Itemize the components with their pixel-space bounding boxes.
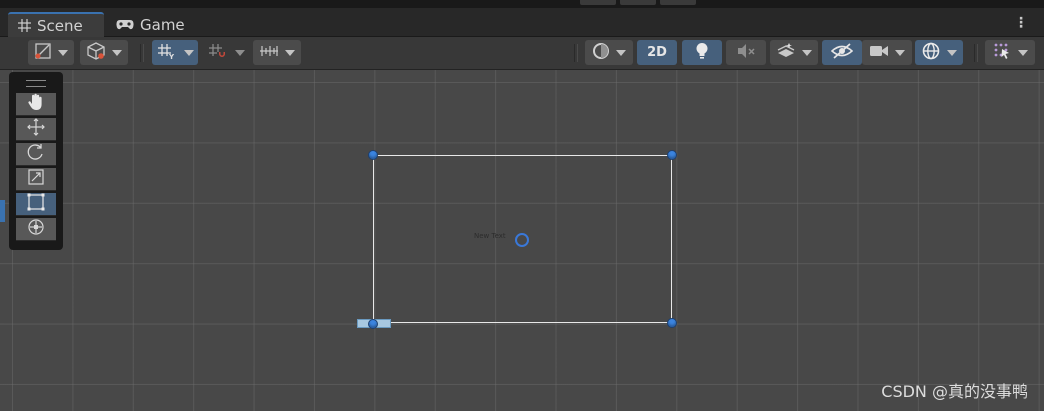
move-tool-button[interactable] — [16, 118, 56, 141]
audio-toggle[interactable] — [726, 40, 766, 65]
shaded-mode-icon — [34, 42, 52, 64]
lightbulb-icon — [695, 42, 709, 64]
grid-y-icon: Y — [157, 42, 175, 64]
grid-icon — [18, 19, 31, 32]
tab-game[interactable]: Game — [112, 12, 185, 37]
chevron-down-icon — [802, 49, 812, 56]
effects-layers-icon — [776, 42, 796, 64]
hand-tool-button[interactable] — [16, 93, 56, 116]
top-strip-segment — [580, 0, 616, 5]
tool-palette — [9, 72, 63, 250]
toggle-2d-button[interactable]: 2D — [637, 40, 677, 65]
scale-tool-button[interactable] — [16, 168, 56, 191]
render-mode-dropdown[interactable] — [80, 40, 128, 65]
toolbar-separator — [974, 44, 978, 62]
editor-tools-dots-icon — [992, 41, 1012, 65]
mute-speaker-icon — [736, 43, 756, 63]
rect-handle-bottom-right[interactable] — [667, 318, 677, 328]
rect-handle-bottom-left[interactable] — [368, 319, 378, 329]
tab-bar: Scene Game ⋮ — [0, 8, 1044, 37]
scene-visibility-toggle[interactable] — [822, 40, 862, 65]
grid-visibility-toggle[interactable]: Y — [152, 40, 180, 65]
scale-icon — [26, 167, 46, 191]
move-arrows-icon — [26, 117, 46, 141]
draw-mode-shading-dropdown[interactable] — [585, 40, 633, 65]
sphere-icon — [592, 42, 610, 64]
rect-handle-top-right[interactable] — [667, 150, 677, 160]
toggle-2d-label: 2D — [647, 45, 667, 60]
watermark: CSDN @真的没事鸭 — [881, 382, 1028, 401]
gizmos-dropdown[interactable] — [915, 40, 963, 65]
transform-icon — [26, 217, 46, 241]
increment-snap-dropdown[interactable] — [253, 40, 301, 65]
chevron-down-icon — [895, 49, 905, 56]
gamepad-icon — [116, 19, 134, 31]
camera-settings-dropdown[interactable] — [862, 40, 912, 65]
more-options-icon[interactable]: ⋮ — [1014, 16, 1028, 30]
chevron-down-icon — [112, 49, 122, 56]
scene-object-label: New Text — [474, 232, 506, 240]
rotate-icon — [26, 142, 46, 166]
chevron-down-icon — [616, 49, 626, 56]
rect-handle-top-left[interactable] — [368, 150, 378, 160]
hand-icon — [26, 92, 46, 116]
chevron-down-icon — [235, 49, 245, 56]
draw-mode-dropdown[interactable] — [28, 40, 74, 65]
top-strip-segment — [620, 0, 656, 5]
grid-snap-toggle[interactable] — [203, 40, 231, 65]
component-editor-tools-dropdown[interactable] — [985, 40, 1035, 65]
rect-tool-button[interactable] — [16, 193, 56, 216]
chevron-down-icon — [58, 49, 68, 56]
rotate-tool-button[interactable] — [16, 143, 56, 166]
pivot-handle[interactable] — [515, 233, 529, 247]
tab-scene-label: Scene — [37, 16, 83, 35]
gizmo-globe-icon — [921, 41, 941, 65]
effects-dropdown[interactable] — [770, 40, 818, 65]
snap-settings-dropdown[interactable] — [231, 40, 249, 65]
toolbar-separator — [574, 44, 578, 62]
eye-hidden-icon — [830, 42, 854, 63]
lighting-toggle[interactable] — [682, 40, 722, 65]
chevron-down-icon — [285, 49, 295, 56]
palette-drag-handle[interactable] — [26, 80, 46, 87]
tab-scene[interactable]: Scene — [8, 12, 104, 37]
grid-snap-icon — [207, 42, 227, 64]
top-window-strip — [0, 0, 1044, 8]
chevron-down-icon — [1018, 49, 1028, 56]
cube-icon — [86, 41, 106, 64]
toolbar-separator — [140, 44, 144, 62]
chevron-down-icon — [947, 49, 957, 56]
top-strip-segment — [660, 0, 696, 5]
svg-text:Y: Y — [168, 53, 175, 60]
rect-transform-icon — [26, 192, 46, 216]
scene-toolbar: Y 2D — [0, 37, 1044, 70]
chevron-down-icon — [184, 49, 194, 56]
grid-axis-dropdown[interactable] — [180, 40, 198, 65]
transform-tool-button[interactable] — [16, 218, 56, 241]
left-panel-indicator — [0, 200, 5, 222]
camera-icon — [869, 43, 889, 62]
ruler-icon — [259, 43, 279, 63]
tab-game-label: Game — [140, 15, 185, 34]
